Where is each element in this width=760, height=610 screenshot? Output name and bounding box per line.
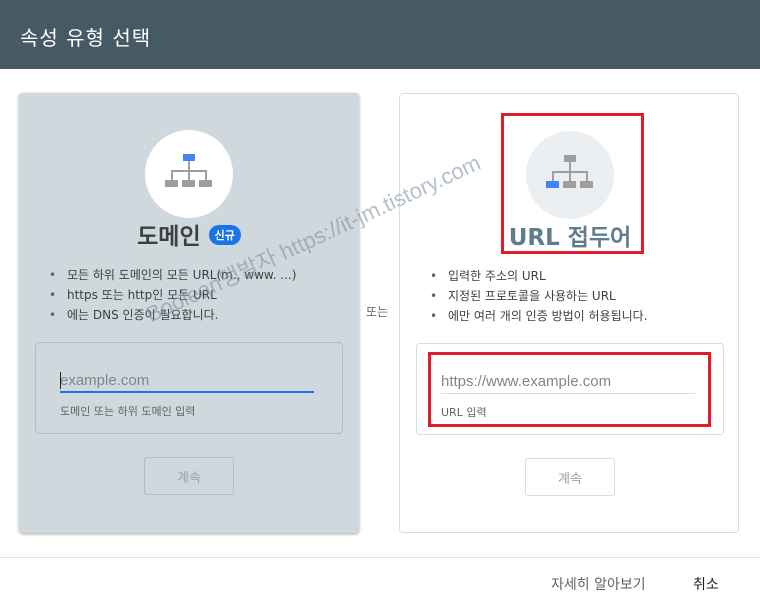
learn-more-link[interactable]: 자세히 알아보기: [551, 574, 646, 594]
domain-title-text: 도메인: [137, 224, 201, 250]
or-separator: 또는: [366, 305, 389, 319]
url-card-title: URL 접두어: [508, 225, 632, 251]
list-item: 에만 여러 개의 인증 방법이 허용됩니다.: [430, 306, 730, 326]
domain-continue-button[interactable]: 계속: [144, 457, 234, 495]
domain-input[interactable]: [60, 369, 314, 393]
sitemap-icon: [546, 155, 593, 188]
url-feature-list: 입력한 주소의 URL 지정된 프로토콜을 사용하는 URL 에만 여러 개의 …: [430, 266, 730, 326]
domain-input-helper: 도메인 또는 하위 도메인 입력: [60, 405, 196, 418]
dialog-title: 속성 유형 선택: [20, 26, 152, 50]
url-input-box: URL 입력: [416, 343, 724, 435]
footer-divider: [0, 557, 760, 558]
dialog-header: 속성 유형 선택: [0, 0, 760, 69]
list-item: 입력한 주소의 URL: [430, 266, 730, 286]
new-badge: 신규: [208, 224, 241, 245]
url-input[interactable]: [441, 370, 695, 394]
list-item: 지정된 프로토콜을 사용하는 URL: [430, 286, 730, 306]
url-continue-button[interactable]: 계속: [525, 458, 615, 496]
domain-input-box: 도메인 또는 하위 도메인 입력: [35, 342, 343, 434]
url-icon-circle: [526, 131, 614, 219]
sitemap-icon: [165, 154, 212, 187]
list-item: 에는 DNS 인증이 필요합니다.: [49, 305, 349, 325]
domain-icon-circle: [145, 130, 233, 218]
url-input-helper: URL 입력: [441, 406, 487, 419]
cancel-button[interactable]: 취소: [693, 574, 719, 594]
domain-property-card[interactable]: 도메인신규 모든 하위 도메인의 모든 URL(m., www. ...) ht…: [19, 93, 359, 533]
text-cursor: [60, 372, 61, 389]
